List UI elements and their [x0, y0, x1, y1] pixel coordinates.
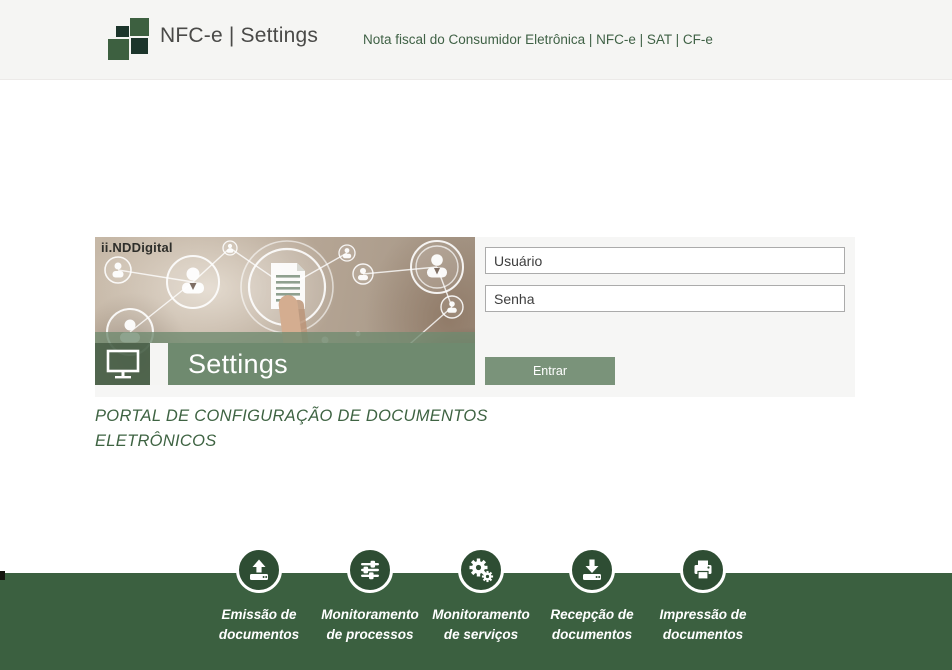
password-input[interactable] [485, 285, 845, 312]
banner-gap [150, 343, 168, 385]
settings-banner: ii.NDDigital Settings [95, 237, 475, 385]
footer-item-impressao[interactable]: Impressão de documentos [638, 547, 768, 645]
page-title: NFC-e | Settings [160, 24, 318, 48]
banner-caption: Settings [168, 343, 475, 385]
logo-square [116, 26, 129, 37]
printer-icon [680, 547, 726, 593]
footer-nav: Emissão de documentos Monitoramento de p… [0, 573, 952, 670]
logo-square [108, 39, 129, 60]
footer-item-label: documentos [638, 625, 768, 645]
footer-item-label: Impressão de [638, 605, 768, 625]
nddigital-logo-icon [108, 16, 152, 62]
sliders-icon [347, 547, 393, 593]
page: NFC-e | Settings Nota fiscal do Consumid… [0, 0, 952, 670]
login-panel: ii.NDDigital Settings Entrar [95, 237, 855, 397]
app-header: NFC-e | Settings Nota fiscal do Consumid… [0, 0, 952, 80]
logo-square [131, 38, 148, 54]
edge-artifact [0, 571, 5, 580]
logo-square [130, 18, 149, 36]
banner-caption-row: Settings [95, 343, 475, 385]
download-icon [569, 547, 615, 593]
username-input[interactable] [485, 247, 845, 274]
gears-icon [458, 547, 504, 593]
nddigital-watermark: ii.NDDigital [101, 240, 173, 255]
page-subtitle: Nota fiscal do Consumidor Eletrônica | N… [363, 32, 713, 47]
monitor-icon [95, 343, 150, 385]
login-button[interactable]: Entrar [485, 357, 615, 385]
upload-icon [236, 547, 282, 593]
banner-overlay-strip [95, 332, 475, 343]
portal-title: PORTAL DE CONFIGURAÇÃO DE DOCUMENTOS ELE… [95, 404, 495, 454]
